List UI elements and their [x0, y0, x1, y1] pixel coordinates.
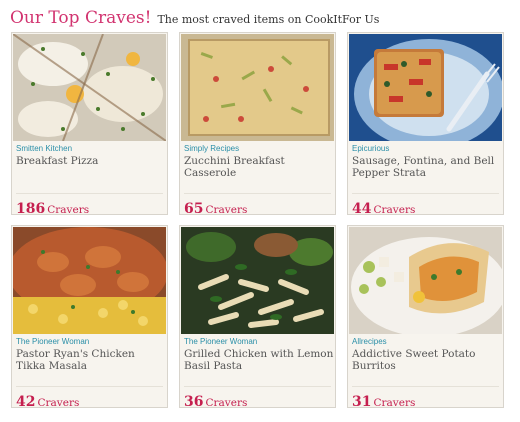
recipe-name-link[interactable]: Grilled Chicken with Lemon Basil Pasta: [184, 348, 334, 372]
recipe-photo[interactable]: [349, 34, 502, 141]
recipe-source-link[interactable]: Smitten Kitchen: [16, 144, 72, 153]
recipe-card-sweet-potato-burritos[interactable]: Allrecipes Addictive Sweet Potato Burrit…: [347, 225, 504, 410]
cravers-number: 65: [184, 201, 204, 217]
recipe-card-zucchini-casserole[interactable]: Simply Recipes Zucchini Breakfast Casser…: [179, 32, 336, 217]
cravers-count: 44 Cravers: [352, 198, 415, 217]
recipe-photo[interactable]: [181, 227, 334, 334]
recipe-photo[interactable]: [13, 227, 166, 334]
card-divider: [184, 386, 331, 387]
cravers-label: Cravers: [373, 397, 416, 409]
cravers-label: Cravers: [205, 204, 248, 216]
page-title: Our Top Craves!: [10, 8, 152, 28]
recipe-source-link[interactable]: Epicurious: [352, 144, 389, 153]
card-divider: [16, 386, 163, 387]
cravers-label: Cravers: [47, 204, 90, 216]
card-divider: [16, 193, 163, 194]
cravers-count: 31 Cravers: [352, 391, 415, 410]
recipe-card-chicken-tikka-masala[interactable]: The Pioneer Woman Pastor Ryan's Chicken …: [11, 225, 168, 410]
cravers-label: Cravers: [37, 397, 80, 409]
cravers-count: 42 Cravers: [16, 391, 79, 410]
card-divider: [352, 193, 499, 194]
cravers-number: 42: [16, 394, 36, 410]
cravers-label: Cravers: [373, 204, 416, 216]
recipe-photo[interactable]: [181, 34, 334, 141]
recipe-card-breakfast-pizza[interactable]: Smitten Kitchen Breakfast Pizza 186 Crave…: [11, 32, 168, 217]
cravers-count: 186 Cravers: [16, 198, 89, 217]
cravers-number: 44: [352, 201, 372, 217]
recipe-name-link[interactable]: Addictive Sweet Potato Burritos: [352, 348, 502, 372]
page-header: Our Top Craves! The most craved items on…: [10, 8, 379, 34]
recipe-source-link[interactable]: Simply Recipes: [184, 144, 239, 153]
recipe-name-link[interactable]: Pastor Ryan's Chicken Tikka Masala: [16, 348, 166, 372]
recipe-card-lemon-basil-pasta[interactable]: The Pioneer Woman Grilled Chicken with L…: [179, 225, 336, 410]
cravers-label: Cravers: [205, 397, 248, 409]
recipe-name-link[interactable]: Breakfast Pizza: [16, 155, 166, 167]
recipe-card-sausage-strata[interactable]: Epicurious Sausage, Fontina, and Bell Pe…: [347, 32, 504, 217]
cravers-count: 65 Cravers: [184, 198, 247, 217]
cravers-number: 36: [184, 394, 204, 410]
cravers-number: 31: [352, 394, 372, 410]
recipe-source-link[interactable]: The Pioneer Woman: [184, 337, 257, 346]
recipe-photo[interactable]: [349, 227, 502, 334]
cravers-number: 186: [16, 201, 46, 217]
card-divider: [352, 386, 499, 387]
card-divider: [184, 193, 331, 194]
page-subtitle: The most craved items on CookItFor Us: [157, 13, 380, 26]
recipe-name-link[interactable]: Zucchini Breakfast Casserole: [184, 155, 334, 179]
recipe-source-link[interactable]: The Pioneer Woman: [16, 337, 89, 346]
recipe-name-link[interactable]: Sausage, Fontina, and Bell Pepper Strata: [352, 155, 502, 179]
recipe-photo[interactable]: [13, 34, 166, 141]
cravers-count: 36 Cravers: [184, 391, 247, 410]
recipe-source-link[interactable]: Allrecipes: [352, 337, 387, 346]
